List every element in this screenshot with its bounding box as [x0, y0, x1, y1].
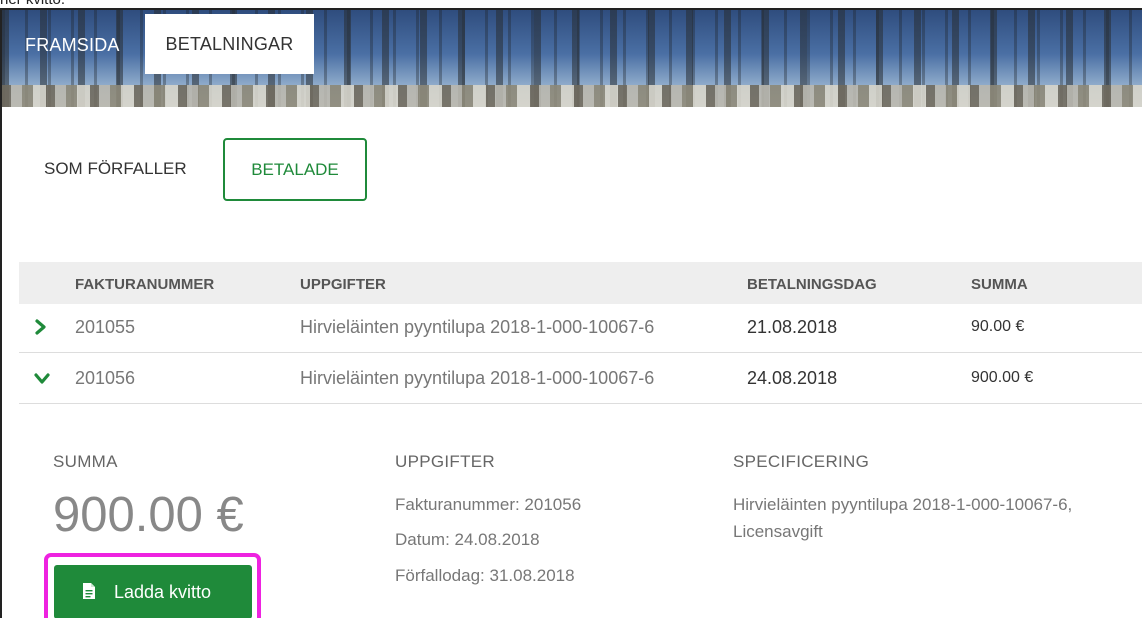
table-row[interactable]: 201056 Hirvieläinten pyyntilupa 2018-1-0… — [19, 353, 1142, 404]
detail-sum-value: 900.00 € — [53, 488, 244, 542]
download-receipt-button[interactable]: Ladda kvitto — [54, 565, 252, 618]
chevron-right-icon[interactable] — [34, 318, 48, 336]
header-invoice-number: FAKTURANUMMER — [75, 276, 215, 293]
header-payment-date: BETALNINGSDAG — [747, 276, 877, 293]
detail-spec-line-1: Hirvieläinten pyyntilupa 2018-1-000-1006… — [733, 495, 1073, 514]
table-row[interactable]: 201055 Hirvieläinten pyyntilupa 2018-1-0… — [19, 302, 1142, 353]
detail-sum-label: SUMMA — [53, 452, 118, 471]
document-icon — [83, 583, 95, 599]
top-caption: ner kvitto. — [0, 0, 65, 8]
tab-payments[interactable]: BETALNINGAR — [145, 14, 314, 74]
row-invoice-number: 201056 — [75, 368, 136, 388]
detail-due-date: Förfallodag: 31.08.2018 — [395, 566, 575, 585]
detail-spec-line-2: Licensavgift — [733, 522, 823, 541]
download-receipt-label: Ladda kvitto — [114, 582, 212, 602]
chevron-down-icon[interactable] — [34, 372, 50, 386]
tab-home[interactable]: FRAMSIDA — [25, 16, 120, 74]
table-header: FAKTURANUMMER UPPGIFTER BETALNINGSDAG SU… — [19, 262, 1142, 304]
row-details: Hirvieläinten pyyntilupa 2018-1-000-1006… — [300, 317, 655, 337]
row-invoice-number: 201055 — [75, 317, 136, 337]
row-payment-date: 24.08.2018 — [747, 368, 838, 388]
row-sum: 90.00 € — [971, 318, 1025, 335]
row-sum: 900.00 € — [971, 369, 1034, 386]
banner-forest-ground — [2, 85, 1142, 107]
row-payment-date: 21.08.2018 — [747, 317, 838, 337]
detail-details-label: UPPGIFTER — [395, 452, 495, 471]
detail-spec-label: SPECIFICERING — [733, 452, 870, 471]
subtab-upcoming[interactable]: SOM FÖRFALLER — [44, 159, 187, 179]
subtab-paid[interactable]: BETALADE — [223, 138, 367, 201]
header-details: UPPGIFTER — [300, 276, 386, 293]
header-sum: SUMMA — [971, 276, 1028, 293]
row-details: Hirvieläinten pyyntilupa 2018-1-000-1006… — [300, 368, 655, 388]
detail-date: Datum: 24.08.2018 — [395, 530, 540, 549]
detail-invoice-number: Fakturanummer: 201056 — [395, 495, 582, 514]
